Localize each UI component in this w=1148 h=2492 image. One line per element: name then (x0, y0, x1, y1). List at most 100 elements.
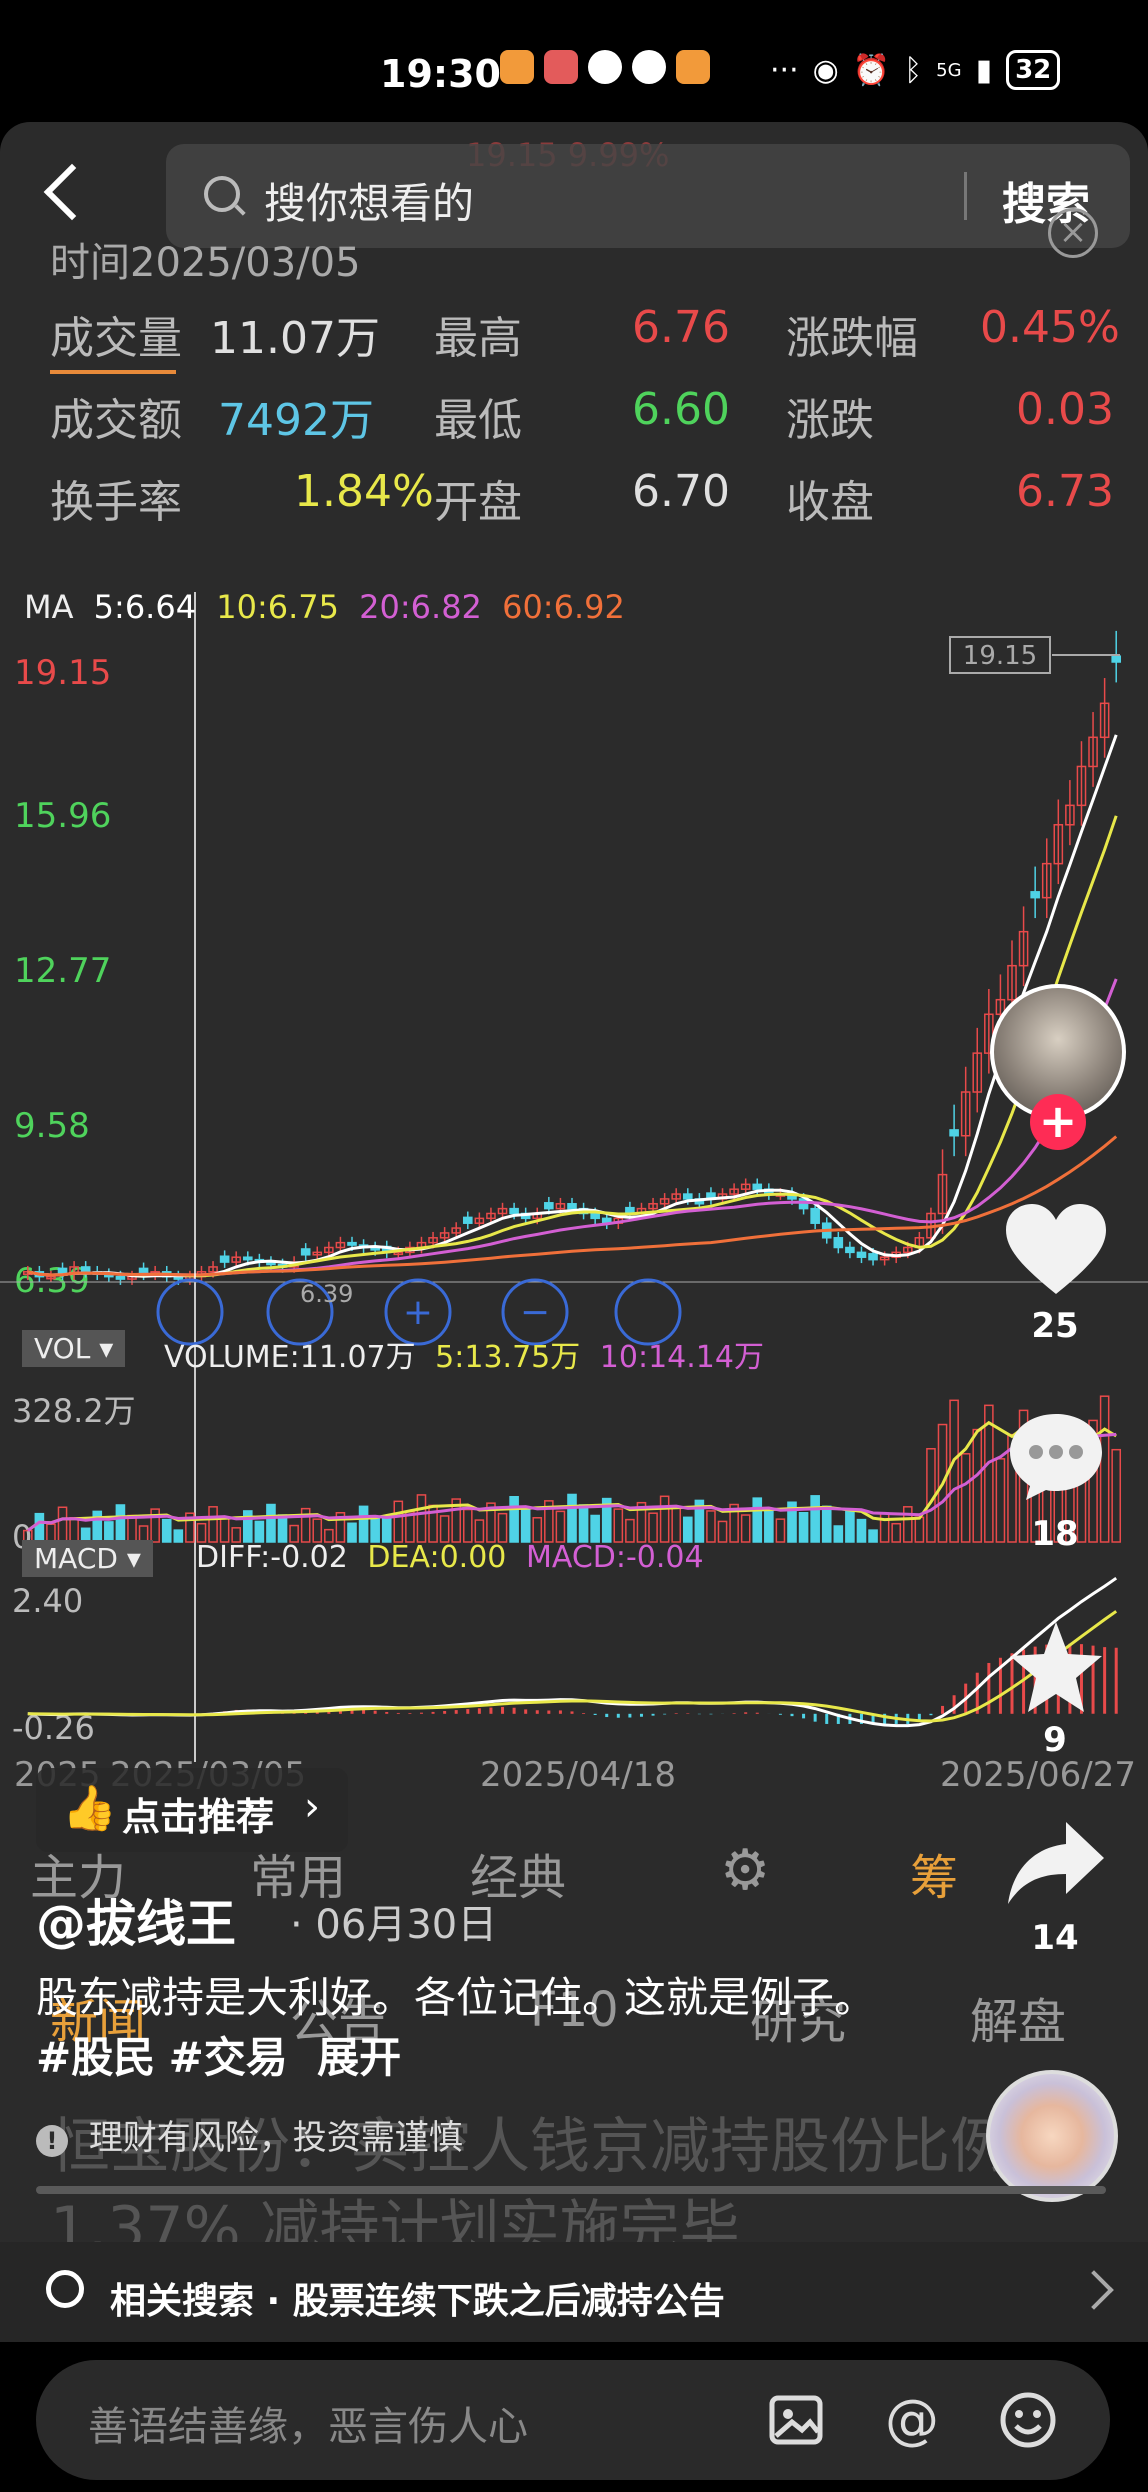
tab-chips[interactable]: 筹 (910, 1838, 958, 1908)
bottom-comment-area: 善语结善缘，恶言伤人心 @ (0, 2342, 1148, 2492)
risk-notice-text: 理财有风险，投资需谨慎 (88, 2118, 463, 2158)
related-search-bar[interactable]: 相关搜索 · 股票连续下跌之后减持公告 (0, 2242, 1148, 2342)
candle-body (509, 1207, 519, 1215)
volume-bar (439, 1515, 450, 1543)
volume-bar (590, 1514, 600, 1543)
network-type: 5G (936, 59, 962, 81)
ma-line-ma5 (27, 734, 1118, 1278)
post-caption: 股东减持是大利好。各位记住。这就是例子。 #股民 #交易 展开 (36, 1968, 916, 2088)
caption-text: 股东减持是大利好。各位记住。这就是例子。 (36, 1973, 877, 2022)
volume-bar (57, 1506, 68, 1543)
zoom-out-icon: − (520, 1292, 550, 1333)
music-disc[interactable] (986, 2070, 1118, 2202)
candle-body (845, 1246, 855, 1254)
volume-bar (242, 1510, 253, 1543)
volume-bar (127, 1514, 137, 1543)
volume-bar (254, 1520, 265, 1543)
expand-link[interactable]: 展开 (317, 2033, 401, 2082)
zoom-in-icon: + (403, 1292, 433, 1333)
volume-bar (497, 1512, 508, 1543)
favorite-count: 9 (1043, 1720, 1067, 1760)
author-name[interactable]: @拔线王 (36, 1884, 236, 1956)
volume-bar (717, 1520, 728, 1543)
risk-notice: ! 理财有风险，投资需谨慎 (36, 2110, 463, 2159)
price-tick-label: 15.96 (14, 796, 111, 836)
candle-body (242, 1256, 253, 1261)
candle-body (462, 1216, 473, 1224)
macd-dea: DEA:0.00 (367, 1540, 507, 1575)
vol-tag: VOL (34, 1332, 91, 1365)
status-time: 19:30 (380, 52, 501, 96)
tab-analysis[interactable]: 解盘 (970, 1982, 1066, 2052)
hand-icon (632, 50, 666, 84)
min-marker-label: 6.39 (300, 1280, 353, 1308)
favorite-button[interactable] (1004, 1618, 1108, 1722)
settings-gear-icon[interactable]: ⚙ (720, 1838, 770, 1903)
volume-bar (775, 1518, 786, 1543)
app-notification-icon (500, 50, 534, 84)
volume-bar (381, 1517, 392, 1543)
volume-bar (879, 1512, 890, 1543)
emoji-icon[interactable] (998, 2390, 1058, 2450)
volume-bar (740, 1514, 751, 1543)
volume-bar (625, 1518, 635, 1543)
candle-body (810, 1207, 820, 1224)
ma-lines-group (27, 734, 1118, 1278)
hashtag-link[interactable]: #股民 (36, 2033, 155, 2082)
candle-body (219, 1255, 230, 1263)
comment-placeholder: 善语结善缘，恶言伤人心 (88, 2404, 528, 2450)
hashtag-link[interactable]: #交易 (169, 2033, 288, 2082)
like-button[interactable] (1004, 1202, 1108, 1302)
volume-bar (798, 1511, 809, 1543)
share-button[interactable] (1004, 1818, 1108, 1914)
heart-icon (1006, 1204, 1106, 1294)
candle-body (856, 1251, 867, 1258)
candle-body (347, 1241, 357, 1246)
mention-icon[interactable]: @ (882, 2390, 942, 2450)
wechat-icon (588, 50, 622, 84)
vol-indicator-selector[interactable]: VOL ▾ (22, 1330, 126, 1367)
volume-tick-label: 328.2万 (12, 1392, 136, 1430)
volume-ma5: 5:13.75万 (435, 1340, 581, 1375)
volume-bar (416, 1494, 427, 1543)
volume-bar (509, 1496, 519, 1543)
candle-body (567, 1203, 577, 1210)
volume-bar (845, 1508, 855, 1543)
price-axis: 19.1515.9612.779.586.39 (14, 653, 111, 1301)
volume-bar (219, 1516, 230, 1543)
recommend-label: 点击推荐 (122, 1795, 275, 1839)
comment-button[interactable] (1006, 1410, 1106, 1506)
volume-bar (578, 1504, 589, 1543)
volume-bar (972, 1428, 983, 1543)
volume-bar (671, 1506, 682, 1543)
volume-bar (764, 1507, 774, 1543)
date-tick-label: 2025/04/18 (480, 1755, 676, 1795)
macd-tag: MACD (34, 1542, 118, 1575)
volume-bar (659, 1495, 670, 1543)
macd-value: MACD:-0.04 (525, 1540, 704, 1575)
volume-bar (474, 1519, 485, 1543)
volume-bar (358, 1505, 369, 1543)
battery-icon: 32 (1006, 50, 1061, 90)
macd-diff: DIFF:-0.02 (196, 1540, 348, 1575)
candle-body (1111, 655, 1122, 663)
comment-count: 18 (1031, 1514, 1079, 1554)
stock-kline-chart[interactable]: 19.1515.9612.779.586.39 19.15 + − 6.39 3… (0, 122, 1148, 1842)
volume-bar (648, 1512, 658, 1543)
chevron-right-icon: › (304, 1784, 320, 1830)
volume-bar (960, 1453, 971, 1543)
macd-indicator-selector[interactable]: MACD ▾ (22, 1540, 153, 1577)
volume-bar (34, 1512, 45, 1543)
comment-input[interactable]: 善语结善缘，恶言伤人心 @ (36, 2360, 1110, 2480)
video-progress-bar[interactable] (36, 2186, 1106, 2194)
volume-bar (173, 1529, 184, 1543)
volume-legend: VOLUME:11.07万 5:13.75万 10:14.14万 (164, 1332, 764, 1376)
recommend-button[interactable]: 👍 点击推荐 › (36, 1768, 348, 1852)
volume-bar (370, 1516, 380, 1543)
stock-chart-screen: 19.15 9.99% 搜你想看的 搜索 × 时间2025/03/05 成交量 … (0, 122, 1148, 2342)
thumbs-up-icon: 👍 (62, 1783, 117, 1834)
follow-button[interactable]: + (1030, 1094, 1086, 1150)
volume-bar (277, 1514, 288, 1543)
candle-body (115, 1275, 126, 1280)
image-icon[interactable] (766, 2390, 826, 2450)
